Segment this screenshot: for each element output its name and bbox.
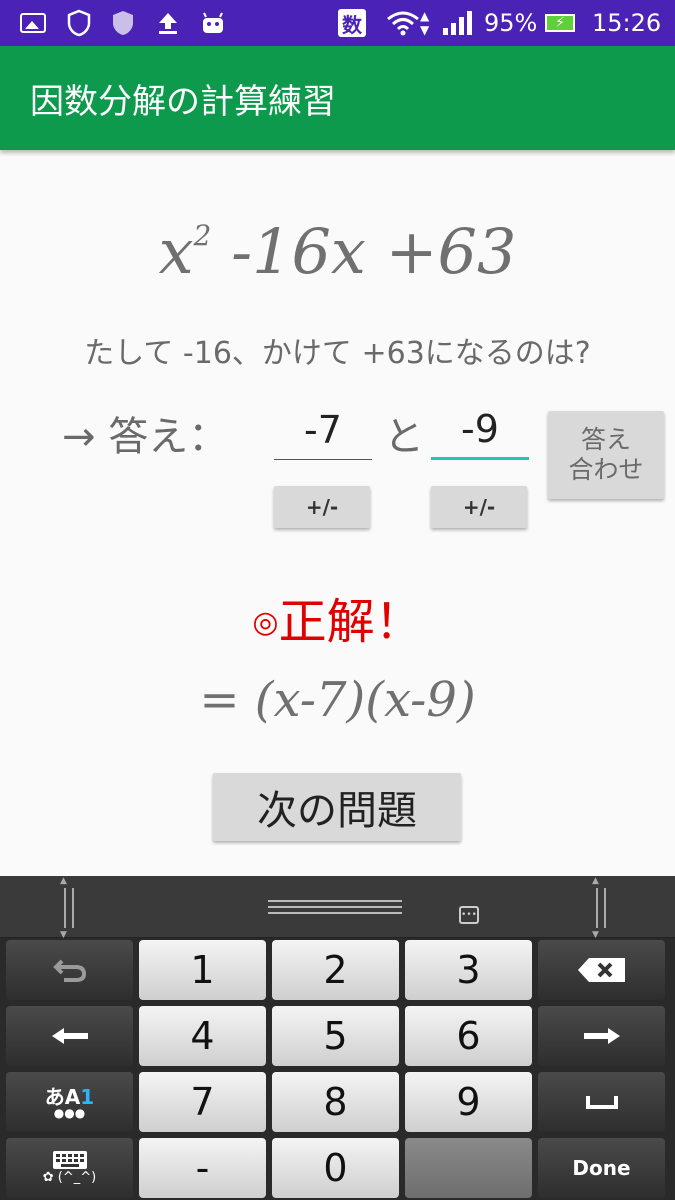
battery-percent: 95% xyxy=(484,9,538,37)
key-2[interactable]: 2 xyxy=(272,940,399,1000)
cursor-left-key[interactable] xyxy=(6,1006,133,1066)
blank-key xyxy=(405,1138,532,1198)
undo-key[interactable] xyxy=(6,940,133,1000)
problem-expression: x2 -16x +63 xyxy=(0,215,675,305)
first-answer-input[interactable] xyxy=(274,400,372,460)
keyboard-settings-key[interactable]: ✿ (^_^) xyxy=(6,1138,133,1198)
done-key[interactable]: Done xyxy=(538,1138,665,1198)
voice-icon: ✿ xyxy=(42,1170,54,1185)
factored-expression: = (x-7)(x-9) xyxy=(199,672,476,728)
key-5[interactable]: 5 xyxy=(272,1006,399,1066)
keyboard-icon xyxy=(52,1151,87,1169)
correct-mark: ◎ xyxy=(252,605,279,640)
key-6[interactable]: 6 xyxy=(405,1006,532,1066)
image-notification-icon xyxy=(20,0,46,46)
resize-right-handle-icon[interactable] xyxy=(592,876,606,940)
check-label-line1: 答え xyxy=(580,425,631,454)
key-8[interactable]: 8 xyxy=(272,1072,399,1132)
input-mode-key[interactable]: あA1 ●●● xyxy=(6,1072,133,1132)
backspace-key[interactable] xyxy=(538,940,665,1000)
next-problem-button[interactable]: 次の問題 xyxy=(213,773,461,841)
key-minus[interactable]: - xyxy=(139,1138,266,1198)
result-message: ◎正解！ xyxy=(0,582,675,652)
kanji-badge: 数 xyxy=(338,0,366,46)
clock: 15:26 xyxy=(592,9,662,37)
connector-label: と xyxy=(384,414,424,460)
keyboard-toolbar xyxy=(0,876,675,940)
android-icon xyxy=(200,0,226,46)
data-activity-icon: ▲ ▼ xyxy=(420,9,430,37)
app-title: 因数分解の計算練習 xyxy=(30,81,336,122)
first-sign-toggle-button[interactable]: +/- xyxy=(274,486,370,528)
emoticon-label: (^_^) xyxy=(57,1170,97,1185)
key-9[interactable]: 9 xyxy=(405,1072,532,1132)
upload-icon xyxy=(156,0,180,46)
app-bar: 因数分解の計算練習 xyxy=(0,46,675,150)
signal-icon xyxy=(442,0,474,46)
second-sign-toggle-button[interactable]: +/- xyxy=(431,486,527,528)
cursor-right-key[interactable] xyxy=(538,1006,665,1066)
key-3[interactable]: 3 xyxy=(405,940,532,1000)
space-key[interactable] xyxy=(538,1072,665,1132)
key-4[interactable]: 4 xyxy=(139,1006,266,1066)
problem-exponent: 2 xyxy=(193,219,212,253)
resize-left-handle-icon[interactable] xyxy=(60,876,74,940)
second-answer-input[interactable] xyxy=(431,400,529,460)
hint-text: たして -16、かけて +63になるのは? xyxy=(84,336,591,371)
space-icon xyxy=(585,1096,618,1109)
battery-charging-icon: ⚡ xyxy=(545,0,575,46)
arrow-left-icon xyxy=(51,1028,88,1044)
answer-label: → 答え： xyxy=(62,414,229,460)
problem-base: x xyxy=(158,215,194,288)
key-7[interactable]: 7 xyxy=(139,1072,266,1132)
backspace-icon xyxy=(577,958,625,982)
wifi-icon xyxy=(386,0,420,46)
keyboard-menu-icon[interactable]: ••• xyxy=(459,906,479,924)
check-answer-button[interactable]: 答え 合わせ xyxy=(548,411,664,499)
result-text: 正解！ xyxy=(278,594,423,650)
arrow-right-icon xyxy=(583,1028,620,1044)
check-label-line2: 合わせ xyxy=(568,455,644,484)
status-bar: 数 ▲ ▼ 95% ⚡ 15:26 xyxy=(0,0,675,46)
numeric-keyboard: 1 2 3 4 5 6 あA1 ●●● 7 8 9 ✿ (^_^) - 0 Do… xyxy=(0,876,675,1200)
shield-notification-icon xyxy=(66,0,92,46)
vpn-shield-icon xyxy=(110,0,136,46)
keyboard-drag-grip-icon[interactable] xyxy=(268,900,402,914)
undo-icon xyxy=(52,959,86,982)
key-0[interactable]: 0 xyxy=(272,1138,399,1198)
mode-dots-icon: ●●● xyxy=(53,1106,86,1120)
key-1[interactable]: 1 xyxy=(139,940,266,1000)
problem-rest: -16x +63 xyxy=(211,215,517,288)
